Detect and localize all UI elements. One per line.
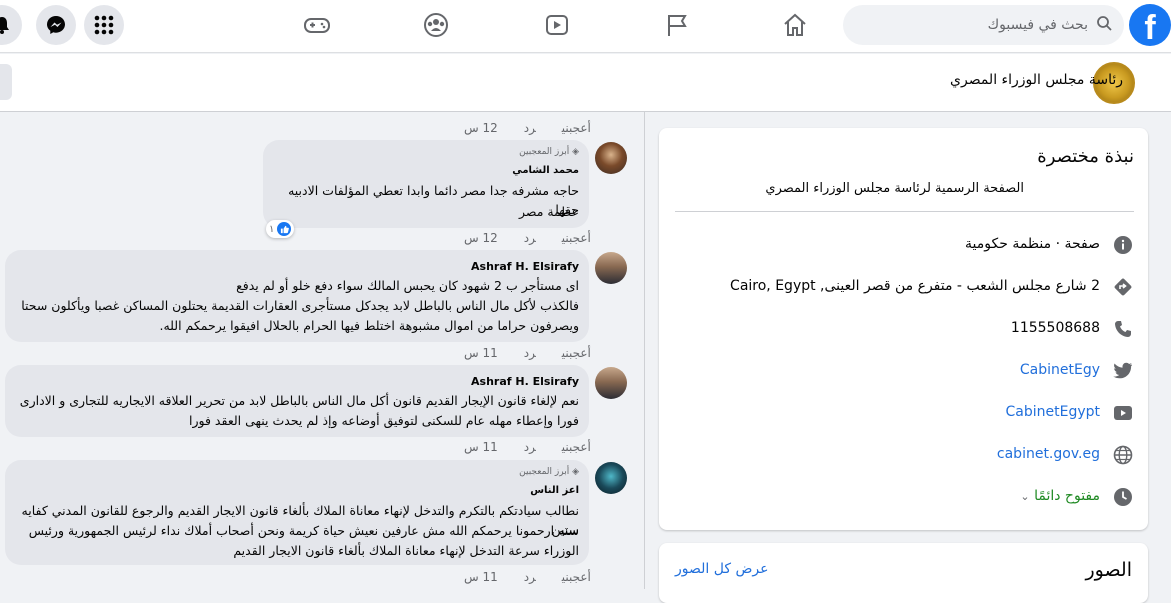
see-all-photos-link[interactable]: عرض كل الصور (675, 561, 768, 577)
info-icon (1112, 234, 1134, 256)
reply-button[interactable]: رد (524, 440, 536, 454)
about-hours: مفتوح دائمًا ⌄ (1020, 488, 1100, 504)
reaction-count[interactable]: ١ (266, 220, 295, 238)
like-button[interactable]: أعجبني (562, 440, 591, 454)
comment-text-line: سنه ارحمونا يرحمكم الله مش عارفين نعيش ح… (28, 523, 579, 538)
comment-actions: أعجبني رد 12 س (464, 231, 591, 245)
globe-icon (1112, 444, 1134, 466)
comment-text-line: الوزراء سرعة التدخل لإنهاء معاناة الملاك… (233, 543, 579, 558)
messenger-icon[interactable] (36, 5, 76, 45)
like-button[interactable]: أعجبني (562, 570, 591, 584)
avatar[interactable] (595, 142, 627, 174)
avatar[interactable] (595, 252, 627, 284)
about-hours-text: مفتوح دائمًا (1034, 488, 1100, 504)
top-fan-label: أبرز المعجبين (519, 147, 570, 157)
about-divider (675, 211, 1134, 212)
about-address: 2 شارع مجلس الشعب - متفرع من قصر العينى,… (730, 278, 1100, 294)
about-youtube-link[interactable]: CabinetEgypt (1006, 404, 1101, 420)
comment-text-line: ويصرفون حراما من اموال مشبوهة اختلط فيها… (159, 318, 579, 333)
about-category: صفحة · منظمة حكومية (965, 236, 1100, 252)
directions-icon (1112, 276, 1134, 298)
about-phone: 1155508688 (1010, 320, 1100, 336)
search-box[interactable]: بحث في فيسبوك (843, 5, 1124, 45)
top-navigation-bar: f بحث في فيسبوك (0, 0, 1171, 53)
comment-text-line: اى مستأجر ب 2 شهود كان يحبس المالك سواء … (236, 278, 579, 293)
about-category-row: صفحة · منظمة حكومية (659, 230, 1148, 260)
about-card: نبذة مختصرة الصفحة الرسمية لرئاسة مجلس ا… (659, 128, 1148, 530)
twitter-icon (1112, 360, 1134, 382)
comment-actions: أعجبني رد 11 س (464, 440, 591, 454)
about-description: الصفحة الرسمية لرئاسة مجلس الوزراء المصر… (765, 181, 1024, 196)
comment-author[interactable]: Ashraf H. Elsirafy (471, 260, 579, 273)
page-title[interactable]: رئاسة مجلس الوزراء المصري (950, 72, 1123, 88)
column-divider (644, 112, 645, 589)
comment-text-line: فورا وإعطاء مهله عام للسكنى لتوفيق أوضاع… (189, 413, 579, 428)
gaming-icon[interactable] (302, 10, 332, 40)
groups-icon[interactable] (421, 10, 451, 40)
youtube-icon (1112, 402, 1134, 424)
about-phone-row: 1155508688 (659, 314, 1148, 344)
like-button[interactable]: أعجبني (562, 121, 591, 135)
chevron-down-icon: ⌄ (1020, 490, 1030, 503)
menu-grid-icon[interactable] (84, 5, 124, 45)
diamond-icon: ◈ (572, 467, 579, 477)
flag-icon[interactable] (662, 10, 692, 40)
comment-time: 11 س (464, 570, 498, 584)
comment-text-line: فالكذب لأكل مال الناس بالباطل لابد يجدكل… (21, 298, 579, 313)
reaction-count-number: ١ (269, 223, 275, 235)
like-button[interactable]: أعجبني (562, 346, 591, 360)
comment-bubble: Ashraf H. Elsirafy نعم لإلغاء قانون الإي… (5, 365, 589, 437)
comment-author[interactable]: اعز الناس (530, 485, 579, 496)
comment-bubble: ◈ أبرز المعجبين اعز الناس نطالب سيادتكم … (5, 460, 589, 565)
phone-icon (1112, 318, 1134, 340)
comment-actions: أعجبني رد 11 س (464, 570, 591, 584)
comment-text-line: عظمة مصر (518, 204, 579, 219)
about-address-row: 2 شارع مجلس الشعب - متفرع من قصر العينى,… (659, 272, 1148, 302)
comment-author[interactable]: محمد الشامي (512, 165, 579, 176)
video-icon[interactable] (542, 10, 572, 40)
like-reaction-icon (277, 222, 292, 236)
about-youtube-row: CabinetEgypt (659, 398, 1148, 428)
comment-time: 11 س (464, 440, 498, 454)
search-placeholder: بحث في فيسبوك (987, 17, 1088, 33)
about-hours-row[interactable]: مفتوح دائمًا ⌄ (659, 482, 1148, 512)
comment-actions: أعجبني رد 11 س (464, 346, 591, 360)
about-website-row: cabinet.gov.eg (659, 440, 1148, 470)
about-title: نبذة مختصرة (1037, 146, 1134, 167)
about-twitter-row: CabinetEgy (659, 356, 1148, 386)
like-button[interactable]: أعجبني (562, 231, 591, 245)
clock-icon (1112, 486, 1134, 508)
search-icon (1096, 15, 1112, 35)
comment-time: 12 س (464, 231, 498, 245)
reply-button[interactable]: رد (524, 570, 536, 584)
reply-button[interactable]: رد (524, 346, 536, 360)
top-fan-badge: ◈ أبرز المعجبين (519, 147, 579, 157)
page-header-bar: رئاسة مجلس الوزراء المصري (0, 54, 1171, 112)
comment-bubble: ◈ أبرز المعجبين محمد الشامي حاجه مشرفه ج… (263, 140, 589, 228)
comment-time: 12 س (464, 121, 498, 135)
comment-bubble: Ashraf H. Elsirafy اى مستأجر ب 2 شهود كا… (5, 250, 589, 342)
home-icon[interactable] (780, 10, 810, 40)
photos-card: الصور عرض كل الصور (659, 543, 1148, 603)
avatar[interactable] (595, 462, 627, 494)
top-fan-label: أبرز المعجبين (519, 467, 570, 477)
diamond-icon: ◈ (572, 147, 579, 157)
photos-title: الصور (1085, 559, 1132, 581)
about-website-link[interactable]: cabinet.gov.eg (997, 446, 1100, 462)
header-action-button[interactable] (0, 64, 12, 100)
comment-actions-top: أعجبني رد 12 س (464, 121, 591, 135)
reply-button[interactable]: رد (524, 121, 536, 135)
facebook-logo[interactable]: f (1129, 4, 1171, 46)
notification-bell-icon[interactable] (0, 5, 22, 45)
top-fan-badge: ◈ أبرز المعجبين (519, 467, 579, 477)
facebook-logo-letter: f (1144, 9, 1156, 46)
reply-button[interactable]: رد (524, 231, 536, 245)
comment-text-line: نعم لإلغاء قانون الإيجار القديم قانون أك… (19, 393, 579, 408)
avatar[interactable] (595, 367, 627, 399)
about-twitter-link[interactable]: CabinetEgy (1020, 362, 1100, 378)
comment-author[interactable]: Ashraf H. Elsirafy (471, 375, 579, 388)
comment-time: 11 س (464, 346, 498, 360)
